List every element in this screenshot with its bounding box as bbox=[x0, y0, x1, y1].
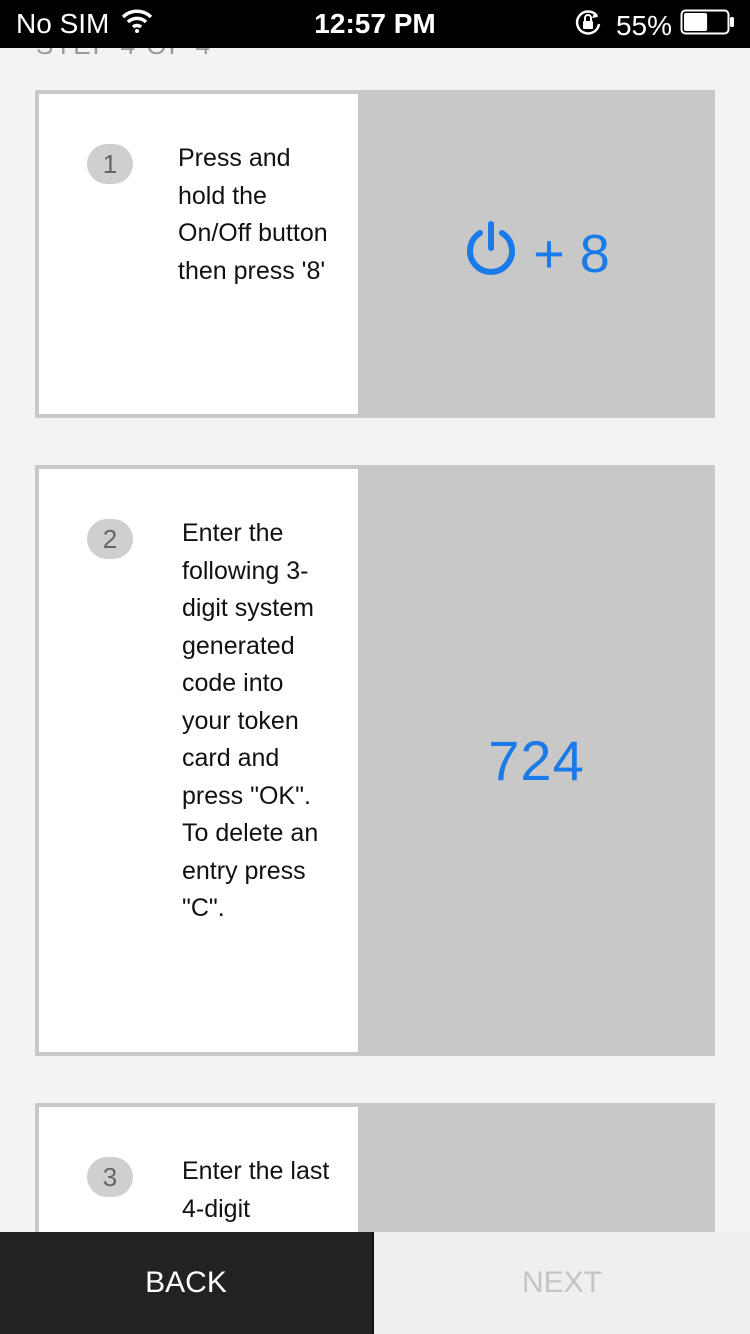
power-icon bbox=[463, 220, 519, 289]
step-instruction-panel: 3 Enter the last 4-digit bbox=[39, 1107, 358, 1232]
battery-icon bbox=[680, 9, 736, 42]
step-instruction-panel: 1 Press and hold the On/Off button then … bbox=[39, 94, 358, 414]
steps-scroll-view[interactable]: STEP 4 OF 4 1 Press and hold the On/Off … bbox=[0, 0, 750, 1232]
step-instruction-panel: 2 Enter the following 3-digit system gen… bbox=[39, 469, 358, 1052]
screen: STEP 4 OF 4 1 Press and hold the On/Off … bbox=[0, 0, 750, 1334]
step-number-badge: 2 bbox=[87, 519, 133, 559]
step-number-badge: 3 bbox=[87, 1157, 133, 1197]
bottom-navigation: BACK NEXT bbox=[0, 1232, 750, 1334]
step-card-3: 3 Enter the last 4-digit bbox=[35, 1103, 715, 1232]
status-bar: No SIM 12:57 PM 55% bbox=[0, 0, 750, 48]
back-button[interactable]: BACK bbox=[0, 1232, 374, 1334]
step-card-1: 1 Press and hold the On/Off button then … bbox=[35, 90, 715, 418]
next-button[interactable]: NEXT bbox=[374, 1232, 750, 1334]
step-action-panel: + 8 bbox=[358, 90, 715, 418]
step-action-panel bbox=[358, 1103, 715, 1232]
step-instruction-text: Enter the last 4-digit bbox=[182, 1157, 330, 1223]
key-combination-text: + 8 bbox=[533, 224, 610, 284]
status-right: 55% bbox=[574, 8, 736, 43]
step-number-badge: 1 bbox=[87, 144, 133, 184]
step-card-2: 2 Enter the following 3-digit system gen… bbox=[35, 465, 715, 1056]
step-instruction-text: Enter the following 3-digit system gener… bbox=[182, 519, 319, 922]
key-combination: + 8 bbox=[463, 220, 610, 289]
rotation-lock-icon bbox=[574, 8, 602, 43]
battery-percent: 55% bbox=[615, 9, 672, 41]
step-action-panel: 724 bbox=[358, 465, 715, 1056]
step-instruction-text: Press and hold the On/Off button then pr… bbox=[178, 144, 328, 285]
system-code-value: 724 bbox=[488, 729, 585, 792]
